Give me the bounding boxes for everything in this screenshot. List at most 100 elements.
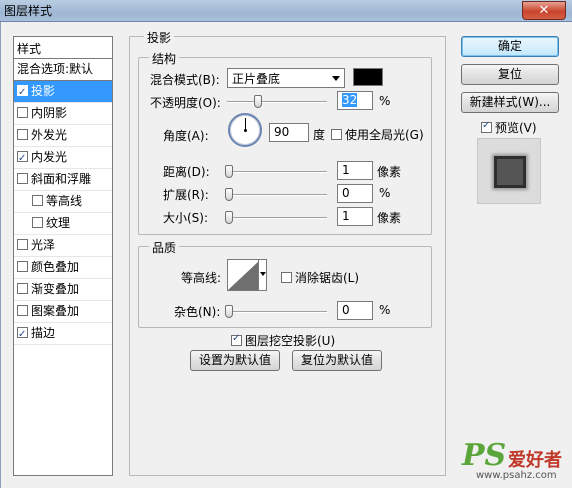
spread-slider[interactable] bbox=[225, 188, 327, 201]
style-checkbox[interactable] bbox=[17, 149, 28, 169]
opacity-value: 32 bbox=[342, 93, 358, 107]
size-slider-thumb[interactable] bbox=[225, 211, 233, 224]
style-item-label: 描边 bbox=[31, 326, 56, 340]
style-checkbox[interactable] bbox=[17, 173, 28, 184]
noise-slider[interactable] bbox=[225, 305, 327, 318]
style-checkbox[interactable] bbox=[17, 283, 28, 294]
preview-square bbox=[494, 156, 526, 188]
contour-label: 等高线: bbox=[181, 271, 222, 285]
opacity-slider[interactable] bbox=[227, 95, 327, 108]
opacity-unit: % bbox=[379, 94, 391, 108]
title-bar: 图层样式 ✕ bbox=[0, 0, 572, 22]
angle-unit: 度 bbox=[313, 128, 326, 142]
opacity-slider-track bbox=[227, 101, 327, 103]
style-item-label: 外发光 bbox=[31, 128, 68, 142]
style-item[interactable]: 内阴影 bbox=[14, 103, 112, 125]
angle-dial-center bbox=[244, 129, 247, 132]
style-item-label: 等高线 bbox=[46, 194, 83, 208]
opacity-slider-thumb[interactable] bbox=[254, 95, 262, 108]
style-item[interactable]: 外发光 bbox=[14, 125, 112, 147]
preview-checkbox-box[interactable] bbox=[481, 120, 492, 133]
style-item-label: 投影 bbox=[31, 84, 56, 98]
angle-input[interactable]: 90 bbox=[269, 123, 309, 142]
style-item[interactable]: 纹理 bbox=[14, 213, 112, 235]
distance-slider-track bbox=[227, 171, 327, 173]
close-button[interactable]: ✕ bbox=[522, 1, 566, 20]
global-light-checkbox-box[interactable] bbox=[331, 129, 342, 140]
distance-slider[interactable] bbox=[225, 165, 327, 178]
knockout-checkbox[interactable]: 图层挖空投影(U) bbox=[231, 332, 335, 349]
noise-value: 0 bbox=[342, 303, 350, 317]
spread-input[interactable]: 0 bbox=[337, 184, 373, 203]
new-style-button[interactable]: 新建样式(W)... bbox=[461, 92, 559, 113]
watermark-site-name: 爱好者 bbox=[508, 450, 562, 471]
style-checkbox[interactable] bbox=[17, 107, 28, 118]
make-default-button[interactable]: 设置为默认值 bbox=[190, 350, 280, 371]
noise-unit: % bbox=[379, 303, 391, 317]
preview-checkbox[interactable]: 预览(V) bbox=[481, 119, 537, 136]
blend-mode-label: 混合模式(B): bbox=[150, 73, 220, 87]
watermark-url: www.psahz.com bbox=[476, 470, 557, 481]
opacity-label: 不透明度(O): bbox=[150, 96, 221, 110]
opacity-input[interactable]: 32 bbox=[337, 91, 373, 110]
style-checkbox[interactable] bbox=[32, 195, 43, 206]
shadow-color-swatch[interactable] bbox=[353, 68, 383, 86]
noise-input[interactable]: 0 bbox=[337, 301, 373, 320]
blend-options-item[interactable]: 混合选项:默认 bbox=[14, 59, 112, 81]
style-item[interactable]: 颜色叠加 bbox=[14, 257, 112, 279]
style-checkbox[interactable] bbox=[17, 239, 28, 250]
distance-label: 距离(D): bbox=[163, 165, 210, 179]
structure-group: 结构 混合模式(B): 正片叠底 不透明度(O): 32 % 角度(A): 90… bbox=[138, 50, 432, 235]
distance-slider-thumb[interactable] bbox=[225, 165, 233, 178]
angle-label: 角度(A): bbox=[163, 129, 209, 143]
spread-unit: % bbox=[379, 186, 391, 200]
style-item[interactable]: 等高线 bbox=[14, 191, 112, 213]
blend-mode-select[interactable]: 正片叠底 bbox=[227, 68, 345, 88]
knockout-checkbox-box[interactable] bbox=[231, 333, 242, 346]
style-item-label: 内阴影 bbox=[31, 106, 68, 120]
contour-picker[interactable] bbox=[227, 259, 267, 291]
size-value: 1 bbox=[342, 209, 350, 223]
distance-value: 1 bbox=[342, 163, 350, 177]
style-checkbox[interactable] bbox=[17, 305, 28, 316]
size-unit: 像素 bbox=[377, 211, 402, 225]
structure-title: 结构 bbox=[149, 50, 180, 67]
size-label: 大小(S): bbox=[163, 211, 209, 225]
drop-shadow-panel: 投影 结构 混合模式(B): 正片叠底 不透明度(O): 32 % 角度(A):… bbox=[129, 29, 446, 476]
styles-header[interactable]: 样式 bbox=[14, 37, 112, 59]
style-item[interactable]: 内发光 bbox=[14, 147, 112, 169]
style-checkbox[interactable] bbox=[32, 217, 43, 228]
style-item[interactable]: 描边 bbox=[14, 323, 112, 345]
spread-slider-thumb[interactable] bbox=[225, 188, 233, 201]
preview-label: 预览(V) bbox=[495, 121, 537, 135]
style-checkbox[interactable] bbox=[17, 325, 28, 345]
antialias-checkbox-box[interactable] bbox=[281, 272, 292, 283]
reset-default-button[interactable]: 复位为默认值 bbox=[292, 350, 382, 371]
noise-slider-thumb[interactable] bbox=[225, 305, 233, 318]
layer-style-dialog: 样式 混合选项:默认 投影内阴影外发光内发光斜面和浮雕等高线纹理光泽颜色叠加渐变… bbox=[0, 22, 572, 488]
style-checkbox[interactable] bbox=[17, 261, 28, 272]
angle-value: 90 bbox=[274, 125, 290, 139]
size-slider-track bbox=[227, 217, 327, 219]
watermark-ps-logo: PS bbox=[462, 438, 507, 473]
antialias-label: 消除锯齿(L) bbox=[295, 271, 360, 285]
size-input[interactable]: 1 bbox=[337, 207, 373, 226]
style-checkbox[interactable] bbox=[17, 83, 28, 103]
ok-button[interactable]: 确定 bbox=[461, 36, 559, 57]
style-item[interactable]: 图案叠加 bbox=[14, 301, 112, 323]
angle-dial[interactable] bbox=[228, 113, 262, 147]
chevron-down-icon[interactable] bbox=[258, 260, 266, 290]
blend-mode-value: 正片叠底 bbox=[232, 72, 281, 86]
style-item[interactable]: 渐变叠加 bbox=[14, 279, 112, 301]
size-slider[interactable] bbox=[225, 211, 327, 224]
reset-button[interactable]: 复位 bbox=[461, 64, 559, 85]
style-item[interactable]: 斜面和浮雕 bbox=[14, 169, 112, 191]
style-item[interactable]: 光泽 bbox=[14, 235, 112, 257]
style-item[interactable]: 投影 bbox=[14, 81, 112, 103]
antialias-checkbox[interactable]: 消除锯齿(L) bbox=[281, 269, 359, 286]
style-checkbox[interactable] bbox=[17, 129, 28, 140]
global-light-label: 使用全局光(G) bbox=[345, 128, 424, 142]
styles-list: 样式 混合选项:默认 投影内阴影外发光内发光斜面和浮雕等高线纹理光泽颜色叠加渐变… bbox=[13, 36, 113, 476]
global-light-checkbox[interactable]: 使用全局光(G) bbox=[331, 126, 424, 143]
distance-input[interactable]: 1 bbox=[337, 161, 373, 180]
